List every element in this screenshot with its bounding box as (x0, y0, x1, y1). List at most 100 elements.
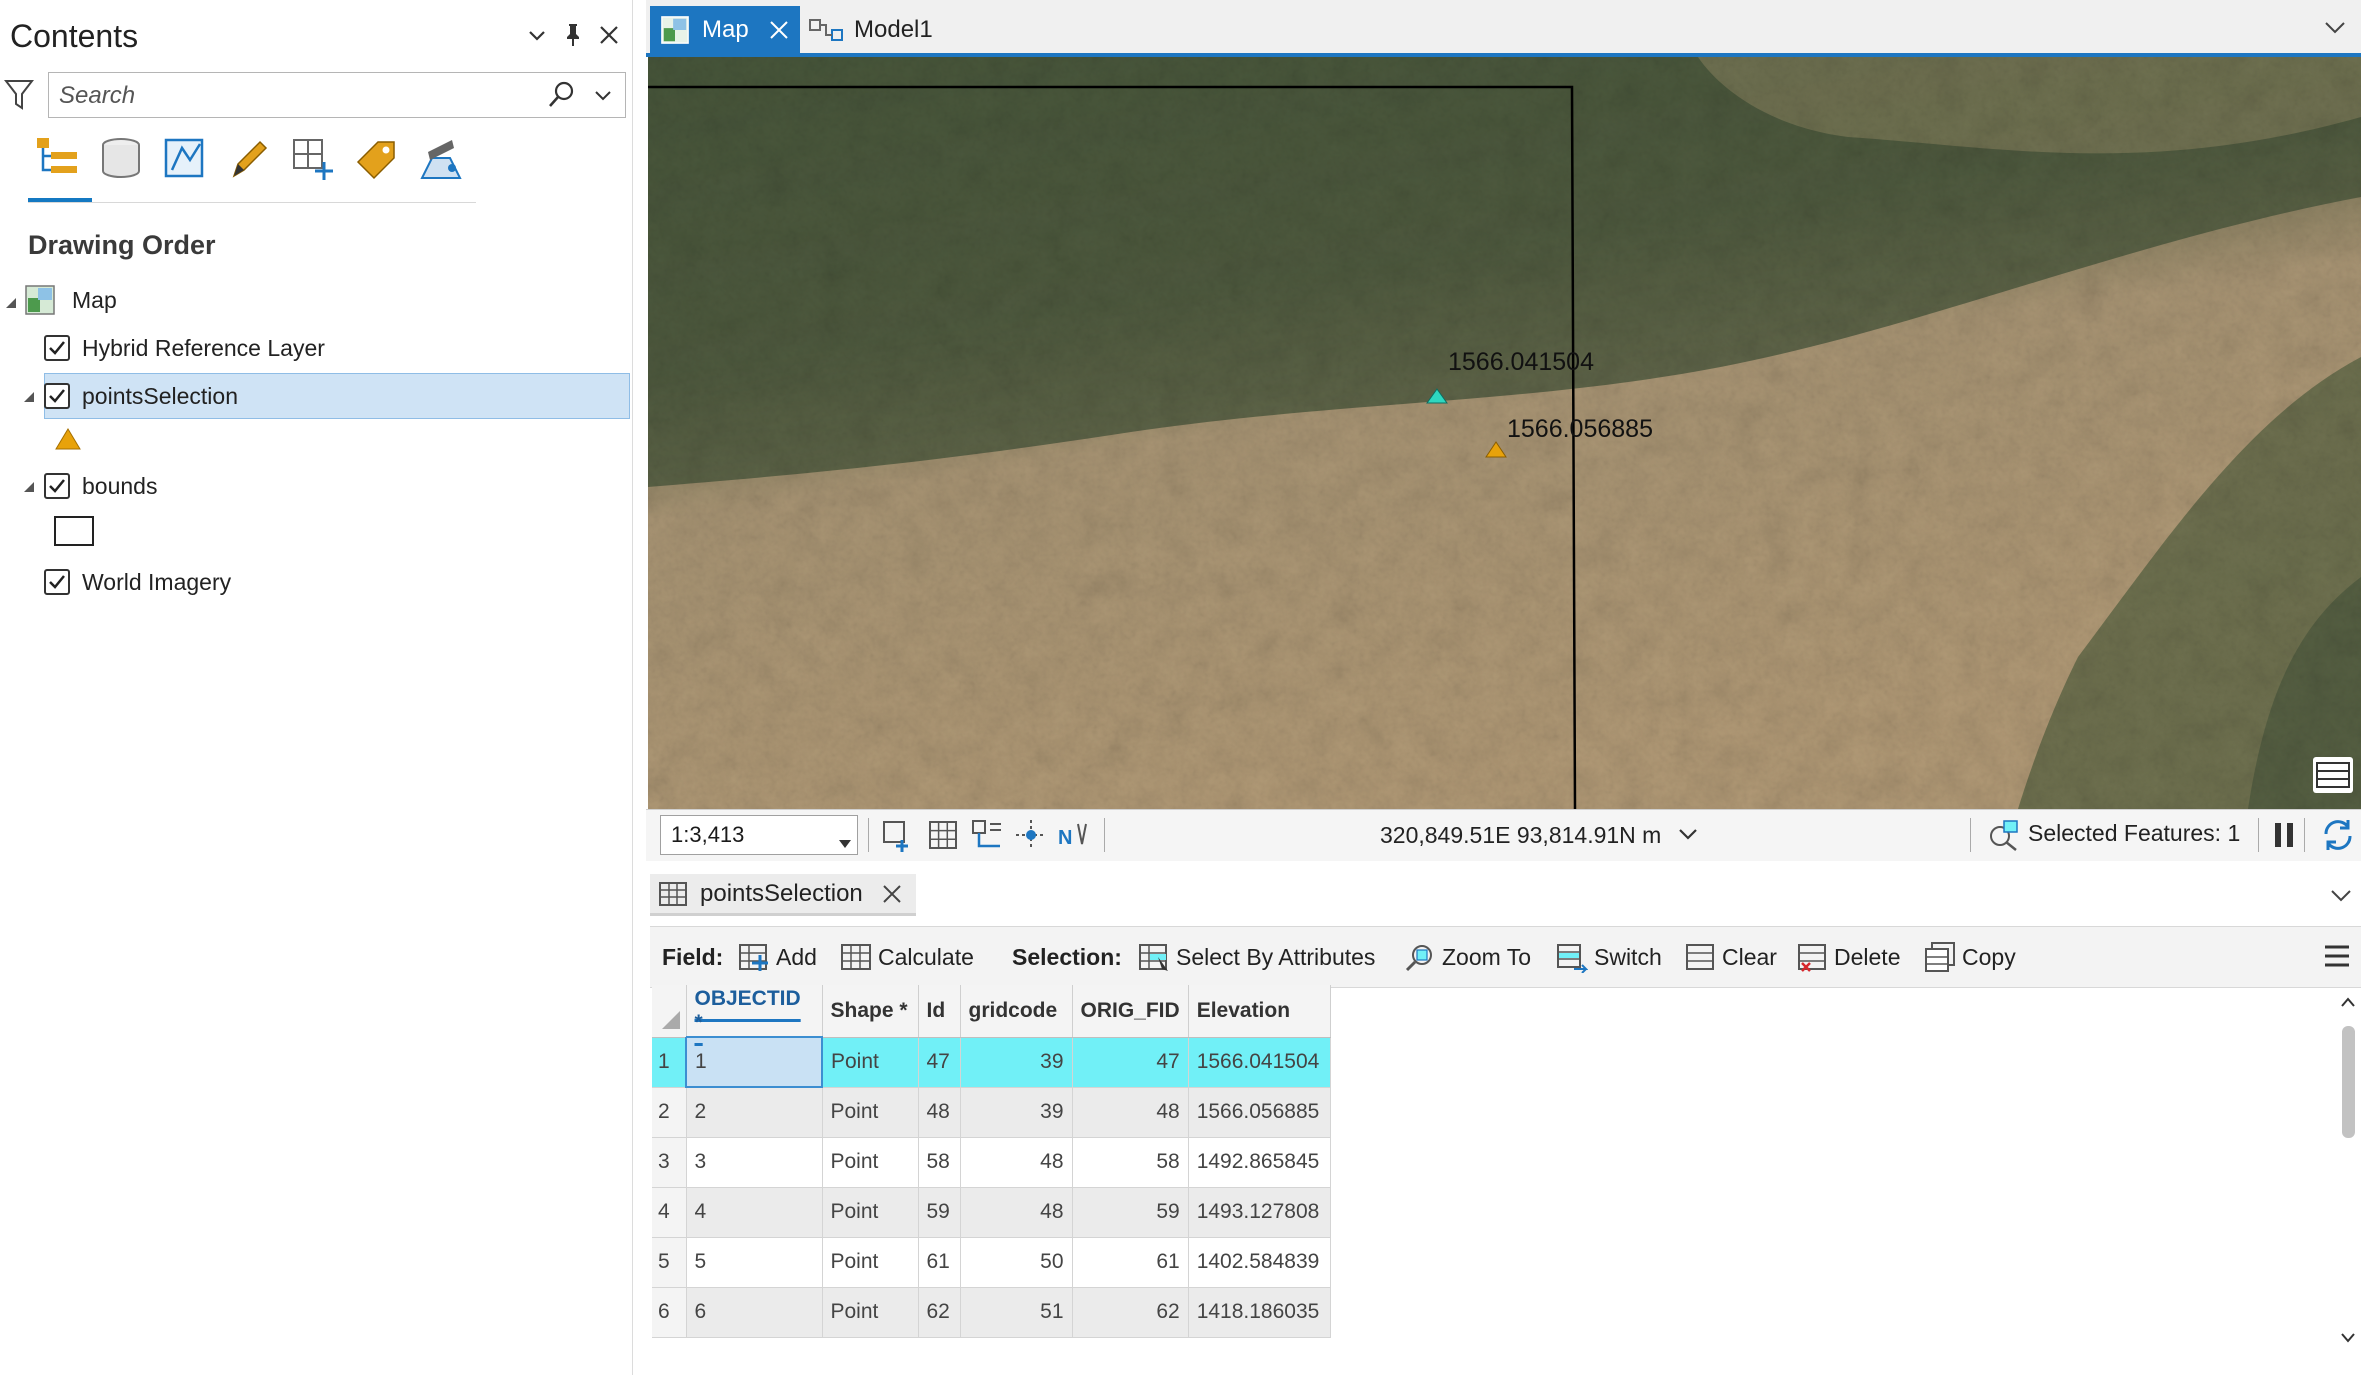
pause-drawing-icon[interactable] (2272, 820, 2296, 850)
row-number[interactable]: 1 (652, 1037, 687, 1088)
cell-id[interactable]: 59 (918, 1187, 961, 1238)
list-by-perspective-icon[interactable] (416, 134, 466, 184)
cell-gridcode[interactable]: 39 (960, 1087, 1073, 1138)
visibility-checkbox[interactable] (44, 335, 70, 361)
cell-id[interactable]: 61 (918, 1237, 961, 1288)
search-options-chevron-icon[interactable] (589, 81, 617, 109)
search-input[interactable] (59, 80, 539, 112)
select-by-attributes-button[interactable]: Select By Attributes (1138, 938, 1375, 976)
close-tab-icon[interactable] (767, 18, 791, 42)
table-row[interactable]: 1 1 Point 47 39 47 1566.041504 (652, 1036, 1331, 1088)
cell-orig-fid[interactable]: 47 (1072, 1037, 1189, 1088)
tree-item-hybrid-reference-layer[interactable]: Hybrid Reference Layer (44, 326, 325, 370)
map-view[interactable]: 1566.041504 1566.056885 (648, 57, 2361, 809)
cell-elevation[interactable]: 1566.041504 (1188, 1037, 1331, 1088)
cell-shape[interactable]: Point (822, 1087, 919, 1138)
add-field-button[interactable]: Add (738, 938, 817, 976)
list-by-data-source-icon[interactable] (96, 134, 146, 184)
table-row[interactable]: 6 6 Point 62 51 62 1418.186035 (652, 1287, 1331, 1338)
coordinate-format-chevron-icon[interactable] (1676, 822, 1700, 851)
cell-gridcode[interactable]: 50 (960, 1237, 1073, 1288)
row-number[interactable]: 5 (652, 1237, 687, 1288)
triangle-symbol-icon[interactable] (54, 426, 82, 457)
cell-elevation[interactable]: 1492.865845 (1188, 1137, 1331, 1188)
column-header-elevation[interactable]: Elevation (1188, 985, 1331, 1038)
tree-item-map[interactable]: Map (24, 278, 117, 322)
cell-orig-fid[interactable]: 58 (1072, 1137, 1189, 1188)
tree-item-bounds[interactable]: bounds (44, 464, 157, 508)
pin-icon[interactable] (556, 18, 590, 52)
grid-icon[interactable] (926, 818, 960, 852)
cell-id[interactable]: 62 (918, 1287, 961, 1338)
table-toggle-icon[interactable] (2313, 757, 2353, 793)
points-selection-expander-icon[interactable] (22, 390, 36, 409)
scale-select[interactable]: 1:3,413 (660, 815, 858, 855)
delete-selection-button[interactable]: Delete (1796, 938, 1900, 976)
snapping-icon[interactable] (970, 818, 1004, 852)
list-by-editing-icon[interactable] (224, 134, 274, 184)
tree-item-world-imagery[interactable]: World Imagery (44, 560, 231, 604)
tab-map[interactable]: Map (650, 6, 800, 54)
list-by-labeling-icon[interactable] (352, 134, 402, 184)
table-row[interactable]: 4 4 Point 59 48 59 1493.127808 (652, 1187, 1331, 1238)
close-tab-icon[interactable] (881, 883, 903, 905)
polygon-symbol-icon[interactable] (54, 516, 94, 546)
cell-objectid[interactable]: 6 (686, 1287, 823, 1338)
cell-gridcode[interactable]: 51 (960, 1287, 1073, 1338)
cell-gridcode[interactable]: 48 (960, 1137, 1073, 1188)
scale-dropdown-icon[interactable] (839, 830, 851, 848)
constraints-icon[interactable] (1014, 818, 1048, 852)
cell-id[interactable]: 47 (918, 1037, 961, 1088)
cell-shape[interactable]: Point (822, 1237, 919, 1288)
cell-objectid[interactable]: 1 (685, 1036, 823, 1088)
tab-points-selection-table[interactable]: pointsSelection (650, 874, 916, 916)
select-all-corner[interactable] (652, 985, 687, 1038)
row-number[interactable]: 3 (652, 1137, 687, 1188)
column-header-orig-fid[interactable]: ORIG_FID (1072, 985, 1189, 1038)
table-vertical-scrollbar[interactable] (2336, 990, 2361, 1375)
search-icon[interactable] (545, 79, 577, 111)
table-row[interactable]: 2 2 Point 48 39 48 1566.056885 (652, 1087, 1331, 1138)
cell-id[interactable]: 48 (918, 1087, 961, 1138)
row-number[interactable]: 4 (652, 1187, 687, 1238)
cell-objectid[interactable]: 3 (686, 1137, 823, 1188)
row-number[interactable]: 2 (652, 1087, 687, 1138)
cell-orig-fid[interactable]: 61 (1072, 1237, 1189, 1288)
map-expander-icon[interactable] (4, 296, 18, 315)
cell-objectid[interactable]: 2 (686, 1087, 823, 1138)
cell-elevation[interactable]: 1493.127808 (1188, 1187, 1331, 1238)
list-by-drawing-order-icon[interactable] (33, 134, 83, 184)
cell-elevation[interactable]: 1418.186035 (1188, 1287, 1331, 1338)
cell-gridcode[interactable]: 39 (960, 1037, 1073, 1088)
visibility-checkbox[interactable] (44, 569, 70, 595)
fixed-zoom-in-icon[interactable] (880, 818, 914, 852)
clear-selection-button[interactable]: Clear (1684, 938, 1777, 976)
column-header-shape[interactable]: Shape * (822, 985, 919, 1038)
cell-elevation[interactable]: 1566.056885 (1188, 1087, 1331, 1138)
table-row[interactable]: 3 3 Point 58 48 58 1492.865845 (652, 1137, 1331, 1188)
filter-icon[interactable] (3, 78, 35, 112)
table-tab-list-chevron-icon[interactable] (2328, 882, 2354, 913)
cell-gridcode[interactable]: 48 (960, 1187, 1073, 1238)
north-arrow-icon[interactable]: N (1056, 818, 1090, 852)
selected-features-icon[interactable] (1986, 818, 2020, 852)
cell-shape[interactable]: Point (822, 1137, 919, 1188)
cell-objectid[interactable]: 5 (686, 1237, 823, 1288)
switch-selection-button[interactable]: Switch (1556, 938, 1662, 976)
cell-elevation[interactable]: 1402.584839 (1188, 1237, 1331, 1288)
visibility-checkbox[interactable] (44, 383, 70, 409)
cell-orig-fid[interactable]: 48 (1072, 1087, 1189, 1138)
cell-shape[interactable]: Point (822, 1037, 919, 1088)
list-by-selection-icon[interactable] (160, 134, 210, 184)
tree-item-points-selection[interactable]: pointsSelection (44, 374, 238, 418)
table-row[interactable]: 5 5 Point 61 50 61 1402.584839 (652, 1237, 1331, 1288)
copy-selection-button[interactable]: Copy (1924, 938, 2016, 976)
column-header-id[interactable]: Id (918, 985, 961, 1038)
list-by-snapping-icon[interactable] (288, 134, 338, 184)
pane-options-chevron-icon[interactable] (520, 18, 554, 52)
cell-shape[interactable]: Point (822, 1187, 919, 1238)
table-menu-icon[interactable] (2322, 942, 2352, 970)
bounds-expander-icon[interactable] (22, 480, 36, 499)
cell-objectid[interactable]: 4 (686, 1187, 823, 1238)
row-number[interactable]: 6 (652, 1287, 687, 1338)
